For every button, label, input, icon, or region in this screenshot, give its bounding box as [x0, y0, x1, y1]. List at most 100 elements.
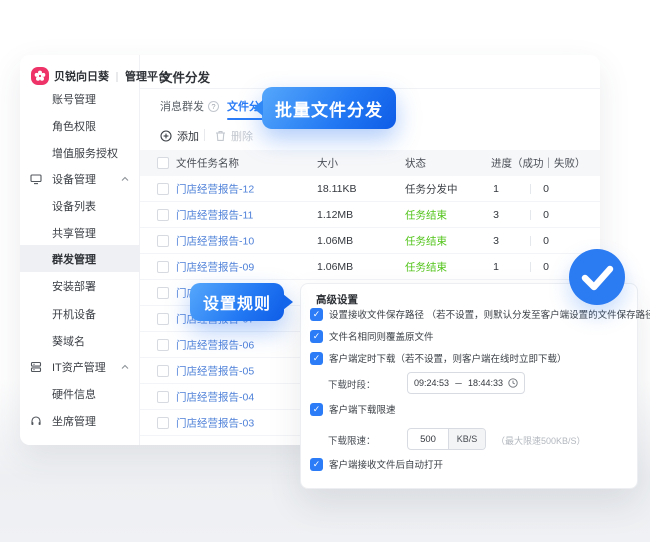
table-row[interactable]: 门店经营报告-09 1.06MB 任务结束 1 0 [140, 254, 600, 280]
speed-limit-hint: （最大限速500KB/S） [496, 434, 586, 447]
clock-icon [508, 378, 518, 388]
sidebar-item-it-asset-management[interactable]: IT资产管理 [20, 353, 140, 380]
row-checkbox[interactable] [157, 391, 169, 403]
checkbox-checked-icon[interactable]: ✓ [310, 308, 323, 321]
help-icon[interactable]: ? [208, 101, 219, 112]
status-text: 任务结束 [405, 259, 447, 274]
sidebar-item-seat-management[interactable]: 坐席管理 [20, 407, 140, 434]
row-checkbox[interactable] [157, 261, 169, 273]
download-period-label: 下载时段： [328, 377, 376, 391]
sidebar-item-device-management[interactable]: 设备管理 [20, 165, 140, 192]
option-label: 设置接收文件保存路径 （若不设置，则默认分发至客户端设置的文件保存路径） [329, 307, 650, 321]
row-checkbox[interactable] [157, 313, 169, 325]
sidebar-item-broadcast-management[interactable]: 群发管理 [20, 245, 140, 272]
sidebar-item-label: 开机设备 [52, 306, 96, 322]
speed-limit-unit: KB/S [448, 429, 485, 449]
time-start-value[interactable]: 09:24:53 [414, 378, 449, 388]
file-task-link[interactable]: 门店经营报告-09 [176, 259, 254, 274]
sidebar-item-label: 葵域名 [52, 333, 85, 349]
option-save-path[interactable]: ✓ 设置接收文件保存路径 （若不设置，则默认分发至客户端设置的文件保存路径） [310, 307, 650, 321]
sidebar-item-label: 增值服务授权 [52, 145, 118, 161]
check-icon [569, 249, 625, 305]
option-label: 客户端接收文件后自动打开 [329, 457, 443, 471]
column-header-progress[interactable]: 进度（成功｜失败） [491, 156, 586, 171]
sidebar: 贝锐向日葵 ｜ 管理平台 账号管理 角色权限 增值服务授权 设备管理 [20, 55, 140, 445]
sidebar-item-account[interactable]: 账号管理 [20, 85, 140, 112]
advanced-settings-panel: 高级设置 ✓ 设置接收文件保存路径 （若不设置，则默认分发至客户端设置的文件保存… [300, 283, 638, 489]
progress-divider [530, 236, 531, 246]
file-task-link[interactable]: 门店经营报告-03 [176, 415, 254, 430]
success-count: 1 [488, 261, 504, 273]
row-checkbox[interactable] [157, 339, 169, 351]
success-check-badge [569, 249, 625, 305]
sidebar-item-label: 设备管理 [52, 171, 96, 187]
sidebar-item-device-list[interactable]: 设备列表 [20, 192, 140, 219]
chevron-up-icon[interactable] [121, 176, 129, 181]
row-checkbox[interactable] [157, 209, 169, 221]
status-text: 任务结束 [405, 207, 447, 222]
progress-divider [530, 262, 531, 272]
speed-limit-row: 下载限速： 500 KB/S （最大限速500KB/S） [328, 433, 376, 447]
select-all-checkbox[interactable] [157, 157, 169, 169]
speed-limit-label: 下载限速： [328, 433, 376, 447]
headset-icon [30, 415, 42, 427]
file-size: 1.12MB [317, 209, 353, 221]
time-range-input[interactable]: 09:24:53 － 18:44:33 [407, 372, 525, 394]
option-scheduled-download[interactable]: ✓ 客户端定时下载（若不设置，则客户端在线时立即下载） [310, 351, 567, 365]
file-task-link[interactable]: 门店经营报告-11 [176, 207, 253, 222]
brand-name-text: 贝锐向日葵 [54, 68, 109, 84]
sidebar-item-label: 安装部署 [52, 278, 96, 294]
table-row[interactable]: 门店经营报告-11 1.12MB 任务结束 3 0 [140, 202, 600, 228]
option-speed-limit[interactable]: ✓ 客户端下载限速 [310, 402, 396, 416]
file-task-link[interactable]: 门店经营报告-04 [176, 389, 254, 404]
chevron-up-icon[interactable] [121, 364, 129, 369]
page-canvas: 贝锐向日葵 ｜ 管理平台 账号管理 角色权限 增值服务授权 设备管理 [0, 0, 650, 542]
sidebar-item-hardware[interactable]: 硬件信息 [20, 380, 140, 407]
option-label: 客户端定时下载（若不设置，则客户端在线时立即下载） [329, 351, 567, 365]
checkbox-checked-icon[interactable]: ✓ [310, 330, 323, 343]
sidebar-item-wakeup[interactable]: 开机设备 [20, 300, 140, 327]
row-checkbox[interactable] [157, 365, 169, 377]
fail-count: 0 [538, 261, 554, 273]
option-auto-open[interactable]: ✓ 客户端接收文件后自动打开 [310, 457, 443, 471]
checkbox-checked-icon[interactable]: ✓ [310, 403, 323, 416]
column-header-size[interactable]: 大小 [317, 156, 338, 171]
checkbox-checked-icon[interactable]: ✓ [310, 458, 323, 471]
file-task-link[interactable]: 门店经营报告-12 [176, 181, 254, 196]
option-overwrite[interactable]: ✓ 文件名相同则覆盖原文件 [310, 329, 434, 343]
sidebar-item-domain[interactable]: 葵域名 [20, 327, 140, 354]
column-header-name[interactable]: 文件任务名称 [176, 156, 239, 171]
sidebar-item-roles[interactable]: 角色权限 [20, 112, 140, 139]
table-row[interactable]: 门店经营报告-12 18.11KB 任务分发中 1 0 [140, 176, 600, 202]
add-button[interactable]: 添加 [160, 128, 199, 144]
row-checkbox[interactable] [157, 183, 169, 195]
file-task-link[interactable]: 门店经营报告-06 [176, 337, 254, 352]
table-row[interactable]: 门店经营报告-10 1.06MB 任务结束 3 0 [140, 228, 600, 254]
sidebar-item-label: IT资产管理 [52, 359, 106, 375]
row-checkbox[interactable] [157, 417, 169, 429]
row-checkbox[interactable] [157, 287, 169, 299]
sidebar-item-label: 群发管理 [52, 251, 96, 267]
delete-button[interactable]: 删除 [215, 128, 253, 144]
row-checkbox[interactable] [157, 235, 169, 247]
checkbox-checked-icon[interactable]: ✓ [310, 352, 323, 365]
monitor-icon [30, 173, 42, 185]
option-label: 文件名相同则覆盖原文件 [329, 329, 434, 343]
speed-limit-input-group: 500 KB/S [407, 428, 486, 450]
speed-limit-input[interactable]: 500 [408, 429, 448, 449]
delete-button-label: 删除 [231, 128, 253, 144]
sidebar-item-deploy[interactable]: 安装部署 [20, 272, 140, 299]
option-label: 客户端下载限速 [329, 402, 396, 416]
file-task-link[interactable]: 门店经营报告-05 [176, 363, 254, 378]
column-header-status[interactable]: 状态 [405, 156, 426, 171]
sidebar-item-value-added[interactable]: 增值服务授权 [20, 139, 140, 166]
callout-label: 批量文件分发 [275, 96, 383, 121]
tab-message-broadcast[interactable]: 消息群发 ? [160, 98, 219, 114]
time-end-value[interactable]: 18:44:33 [468, 378, 503, 388]
sidebar-item-label: 坐席管理 [52, 413, 96, 429]
file-task-link[interactable]: 门店经营报告-10 [176, 233, 254, 248]
sidebar-item-label: 共享管理 [52, 225, 96, 241]
callout-label: 设置规则 [203, 290, 271, 314]
sidebar-item-share[interactable]: 共享管理 [20, 219, 140, 246]
sidebar-item-label: 硬件信息 [52, 386, 96, 402]
